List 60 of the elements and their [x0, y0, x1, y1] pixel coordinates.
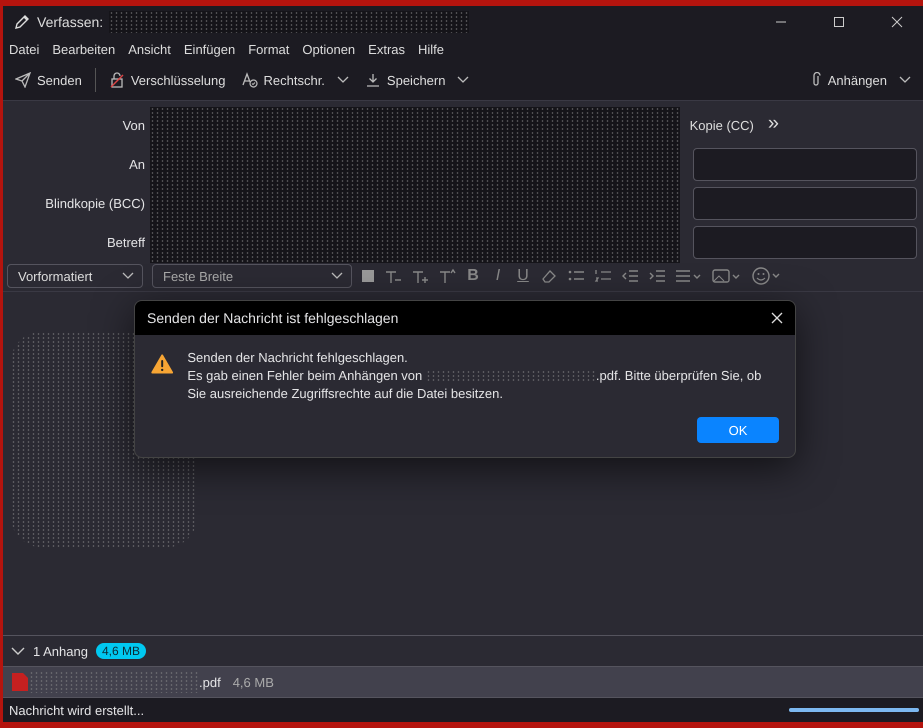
italic-button[interactable]: I — [490, 267, 506, 285]
size-badge: 4,6 MB — [96, 643, 146, 659]
dropdown-icon[interactable] — [457, 76, 470, 84]
header-label: Blindkopie (BCC) — [44, 196, 146, 211]
header-field[interactable] — [693, 226, 917, 259]
menu-item[interactable]: Bearbeiten — [52, 42, 116, 56]
dialog-message: Senden der Nachricht fehlgeschlagen. — [187, 349, 409, 367]
dropdown-icon[interactable] — [336, 76, 349, 84]
crossed-lock-icon — [108, 72, 125, 88]
file-name: .pdf — [199, 674, 221, 690]
header-field[interactable] — [693, 187, 917, 220]
indent-icon[interactable] — [648, 268, 666, 284]
header-label: An — [128, 157, 146, 172]
dialog-title: Senden der Nachricht ist fehlgeschlagen — [147, 310, 398, 326]
align-icon[interactable] — [675, 268, 703, 284]
outdent-icon[interactable] — [621, 268, 639, 284]
toolbar-button[interactable]: Verschlüsselung — [102, 67, 232, 93]
image-icon[interactable] — [712, 268, 742, 284]
file-size: 4,6 MB — [232, 674, 274, 690]
close-icon[interactable] — [771, 312, 783, 324]
numbered-list-icon[interactable] — [594, 268, 612, 284]
dialog-message: Es gab einen Fehler beim Anhängen von .pdf. Bitte überprüfen Sie, ob Sie ausreichende Zugriffsrechte auf die Datei besitzen. — [187, 367, 762, 403]
from-label: Von — [122, 118, 146, 133]
close-icon[interactable] — [891, 16, 903, 28]
menu-item[interactable]: Einfügen — [184, 42, 236, 56]
cc-button[interactable]: Kopie (CC) — [684, 114, 760, 137]
maximize-icon[interactable] — [833, 16, 845, 28]
underline-button[interactable]: U — [515, 267, 531, 285]
header-label: Betreff — [106, 235, 146, 250]
eraser-icon[interactable] — [540, 268, 558, 284]
menu-item[interactable]: Format — [248, 42, 290, 56]
menu-item[interactable]: Optionen — [302, 42, 356, 56]
toolbar-button[interactable]: Rechtschr. — [236, 67, 331, 93]
toolbar-button[interactable]: Senden — [9, 67, 88, 93]
pencil-icon — [13, 13, 31, 31]
header-field[interactable] — [693, 148, 917, 181]
window-title: Verfassen: — [37, 14, 104, 30]
chevron-icon — [331, 272, 343, 280]
attach-button[interactable]: Anhängen — [804, 67, 893, 93]
text-style-icon[interactable] — [438, 268, 456, 284]
download-icon — [364, 72, 381, 88]
paper-plane-icon — [15, 72, 31, 88]
attachment-item[interactable]: .pdf 4,6 MB — [3, 666, 923, 698]
bold-button[interactable]: B — [465, 267, 481, 285]
menu-item[interactable]: Ansicht — [128, 42, 171, 56]
toolbar-button[interactable]: Speichern — [358, 67, 452, 93]
spellcheck-icon — [242, 72, 258, 88]
attachment-count: 1 Anhang — [33, 644, 88, 658]
paragraph-format-dropdown[interactable]: Vorformatiert — [7, 264, 143, 288]
menu-item[interactable]: Datei — [9, 42, 40, 56]
dropdown-icon[interactable] — [899, 76, 911, 84]
chevron-icon — [122, 272, 134, 280]
status-text: Nachricht wird erstellt... — [9, 702, 144, 718]
menu-item[interactable]: Extras — [368, 42, 405, 56]
text-color-icon[interactable] — [361, 269, 375, 283]
menu-item[interactable]: Hilfe — [418, 42, 444, 56]
font-dropdown[interactable]: Feste Breite — [152, 264, 352, 288]
ok-button[interactable]: OK — [697, 417, 779, 443]
chevron-icon[interactable] — [11, 646, 25, 656]
more-button[interactable]: » — [760, 112, 787, 139]
